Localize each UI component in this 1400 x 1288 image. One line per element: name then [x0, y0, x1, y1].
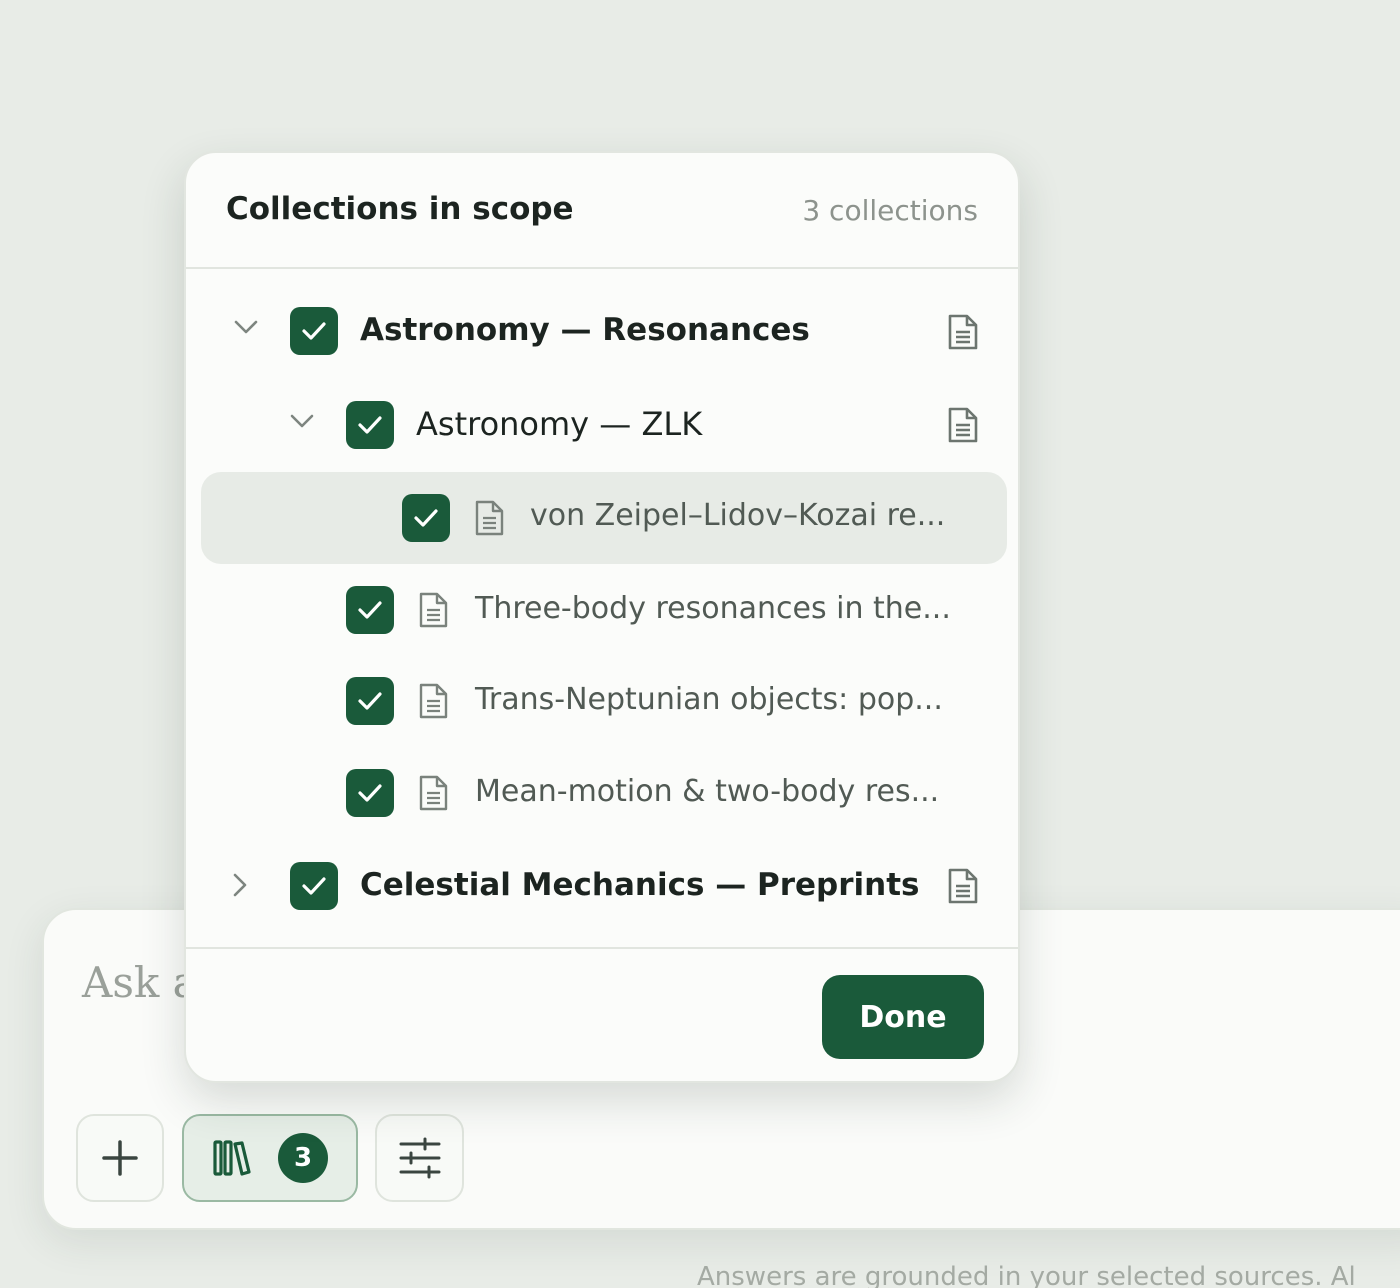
collections-count: 3 collections — [802, 194, 978, 227]
checkmark-icon — [358, 601, 382, 619]
popover-title: Collections in scope — [226, 191, 574, 227]
document-label: Mean-motion & two-body res... — [475, 774, 940, 809]
grounding-note: Answers are grounded in your selected so… — [697, 1262, 1356, 1288]
scope-count-badge: 3 — [278, 1133, 328, 1183]
checkbox-checked[interactable] — [346, 769, 394, 817]
checkmark-icon — [302, 322, 326, 340]
checkmark-icon — [358, 416, 382, 434]
collection-label: Astronomy — Resonances — [360, 312, 810, 348]
tree-row-document[interactable]: Three-body resonances in the... — [186, 565, 1018, 653]
collection-label: Celestial Mechanics — Preprints — [360, 867, 920, 903]
plus-icon — [102, 1140, 138, 1176]
checkmark-icon — [358, 692, 382, 710]
document-icon[interactable] — [946, 867, 980, 905]
popover-footer: Done — [186, 947, 1018, 1081]
checkbox-checked[interactable] — [346, 677, 394, 725]
chevron-right-icon[interactable] — [226, 871, 254, 899]
document-icon — [475, 500, 504, 536]
checkbox-checked[interactable] — [346, 586, 394, 634]
checkmark-icon — [358, 784, 382, 802]
document-label: Trans-Neptunian objects: pop... — [475, 682, 943, 717]
tree-row-collection[interactable]: Celestial Mechanics — Preprints — [186, 841, 1018, 929]
checkbox-checked[interactable] — [290, 307, 338, 355]
collections-popover: Collections in scope 3 collections Astro… — [184, 151, 1020, 1083]
collection-label: Astronomy — ZLK — [416, 405, 703, 443]
composer-input-placeholder[interactable]: Ask a — [82, 958, 198, 1007]
document-icon[interactable] — [946, 313, 980, 351]
tree-row-collection[interactable]: Astronomy — ZLK — [186, 381, 1018, 469]
chevron-down-icon[interactable] — [232, 313, 260, 341]
checkbox-checked[interactable] — [346, 401, 394, 449]
done-button[interactable]: Done — [822, 975, 984, 1059]
checkmark-icon — [414, 509, 438, 527]
sliders-icon — [399, 1137, 440, 1179]
tree-row-document[interactable]: Mean-motion & two-body res... — [186, 748, 1018, 836]
document-icon[interactable] — [946, 406, 980, 444]
document-label: von Zeipel–Lidov–Kozai re... — [530, 498, 946, 533]
document-icon — [419, 592, 448, 628]
settings-button[interactable] — [375, 1114, 464, 1202]
popover-header: Collections in scope 3 collections — [186, 153, 1018, 269]
library-books-icon — [213, 1140, 251, 1176]
chevron-down-icon[interactable] — [288, 407, 316, 435]
add-source-button[interactable] — [76, 1114, 164, 1202]
tree-row-document[interactable]: Trans-Neptunian objects: pop... — [186, 656, 1018, 744]
checkbox-checked[interactable] — [402, 494, 450, 542]
checkbox-checked[interactable] — [290, 862, 338, 910]
collections-scope-button[interactable]: 3 — [182, 1114, 358, 1202]
tree-row-collection[interactable]: Astronomy — Resonances — [186, 287, 1018, 375]
checkmark-icon — [302, 877, 326, 895]
document-icon — [419, 775, 448, 811]
tree-row-document[interactable]: von Zeipel–Lidov–Kozai re... — [201, 472, 1007, 564]
document-icon — [419, 683, 448, 719]
document-label: Three-body resonances in the... — [475, 591, 951, 626]
